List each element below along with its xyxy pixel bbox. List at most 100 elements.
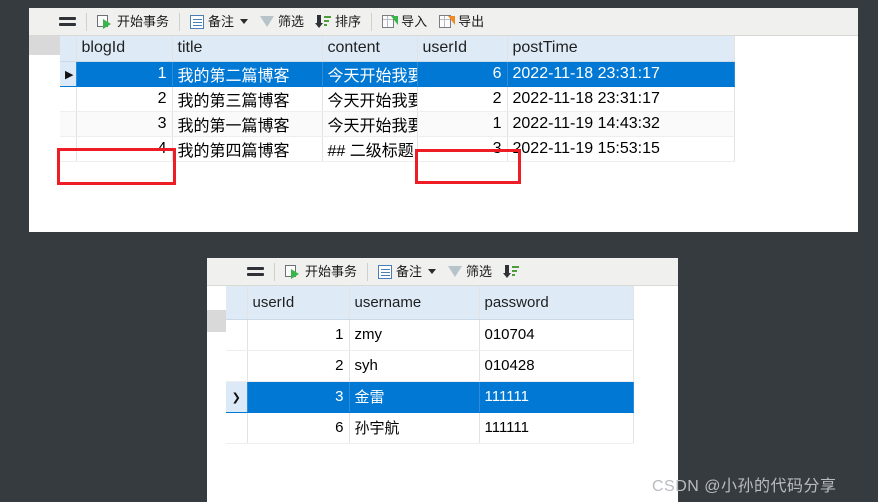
cell-content[interactable]: 今天开始我要 (322, 86, 418, 112)
toolbar-separator (367, 262, 369, 281)
cell-password[interactable]: 111111 (479, 412, 634, 444)
start-transaction-button[interactable]: 开始事务 (279, 259, 363, 285)
cell-blogid[interactable]: 4 (76, 136, 173, 162)
column-header-userid[interactable]: userId (417, 36, 508, 62)
corner-cell[interactable] (226, 286, 248, 320)
export-button[interactable]: 导出 (433, 9, 490, 35)
filter-button[interactable]: 筛选 (442, 259, 498, 285)
start-transaction-button[interactable]: 开始事务 (91, 9, 175, 35)
user-header-row: userId username password (226, 286, 634, 320)
column-header-username[interactable]: username (349, 286, 480, 320)
note-label: 备注 (396, 264, 423, 279)
sort-button[interactable]: 排序 (310, 9, 367, 35)
cell-title[interactable]: 我的第一篇博客 (172, 111, 323, 137)
toolbar-separator (86, 12, 87, 31)
cell-blogid[interactable]: 2 (76, 86, 173, 112)
row-marker[interactable]: ▶ (60, 61, 77, 87)
row-marker[interactable] (226, 319, 248, 351)
column-header-blogid[interactable]: blogId (76, 36, 173, 62)
cell-userid[interactable]: 6 (247, 412, 350, 444)
column-header-userid[interactable]: userId (247, 286, 350, 320)
column-header-title[interactable]: title (172, 36, 323, 62)
user-toolbar: 开始事务 备注 筛选 (207, 258, 678, 286)
user-grid-table: userId username password 1 zmy 010704 2 … (226, 286, 634, 444)
cell-password[interactable]: 111111 (479, 381, 634, 413)
blog-toolbar: 开始事务 备注 筛选 排序 导入 导出 (29, 8, 858, 36)
cell-username[interactable]: 孙宇航 (349, 412, 480, 444)
cell-content[interactable]: 今天开始我要 (322, 61, 418, 87)
cell-title[interactable]: 我的第四篇博客 (172, 136, 323, 162)
table-row[interactable]: 2 syh 010428 (226, 350, 634, 382)
chevron-down-icon[interactable] (240, 19, 249, 24)
row-pointer-icon: ❯ (231, 391, 241, 404)
cell-content[interactable]: 今天开始我要 (322, 111, 418, 137)
table-row[interactable]: 1 zmy 010704 (226, 319, 634, 351)
row-marker[interactable] (226, 350, 248, 382)
note-icon (378, 264, 393, 279)
table-row[interactable]: 6 孙宇航 111111 (226, 412, 634, 444)
filter-label: 筛选 (466, 264, 493, 279)
sort-icon (315, 14, 332, 29)
cell-password[interactable]: 010704 (479, 319, 634, 351)
sort-label: 排序 (335, 14, 362, 29)
cell-title[interactable]: 我的第二篇博客 (172, 61, 323, 87)
start-transaction-label: 开始事务 (117, 14, 170, 29)
import-button[interactable]: 导入 (376, 9, 433, 35)
cell-userid[interactable]: 1 (247, 319, 350, 351)
row-marker[interactable] (60, 111, 77, 137)
menu-button[interactable] (53, 9, 82, 35)
cell-userid[interactable]: 3 (247, 381, 350, 413)
table-row[interactable]: 2 我的第三篇博客 今天开始我要 2 2022-11-18 23:31:17 (60, 86, 735, 112)
hamburger-icon (247, 266, 264, 277)
toolbar-separator (274, 262, 275, 281)
cell-userid[interactable]: 2 (417, 86, 508, 112)
funnel-icon (448, 266, 463, 277)
export-sheet-icon (439, 14, 456, 29)
cell-posttime[interactable]: 2022-11-19 14:43:32 (507, 111, 735, 137)
sort-icon (503, 264, 520, 279)
corner-cell[interactable] (60, 36, 77, 62)
row-header-stub (207, 310, 226, 332)
cell-posttime[interactable]: 2022-11-18 23:31:17 (507, 61, 735, 87)
note-button[interactable]: 备注 (184, 9, 254, 35)
table-row[interactable]: ▶ 1 我的第二篇博客 今天开始我要 6 2022-11-18 23:31:17 (60, 61, 735, 87)
blog-grid[interactable]: blogId title content userId postTime ▶ 1… (60, 36, 735, 232)
chevron-down-icon[interactable] (428, 269, 437, 274)
cell-userid[interactable]: 6 (417, 61, 508, 87)
cell-userid[interactable]: 2 (247, 350, 350, 382)
table-row[interactable]: 3 我的第一篇博客 今天开始我要 1 2022-11-19 14:43:32 (60, 111, 735, 137)
cell-blogid[interactable]: 3 (76, 111, 173, 137)
row-marker[interactable] (60, 86, 77, 112)
row-marker[interactable]: ❯ (226, 381, 248, 413)
sort-button[interactable] (498, 259, 525, 285)
user-grid[interactable]: userId username password 1 zmy 010704 2 … (226, 286, 634, 502)
column-header-posttime[interactable]: postTime (507, 36, 735, 62)
csdn-watermark: CSDN @小孙的代码分享 (652, 478, 837, 495)
table-row[interactable]: 4 我的第四篇博客 ## 二级标题 3 2022-11-19 15:53:15 (60, 136, 735, 162)
cell-content[interactable]: ## 二级标题 (322, 136, 418, 162)
cell-userid[interactable]: 1 (417, 111, 508, 137)
row-marker[interactable] (60, 136, 77, 162)
row-marker[interactable] (226, 412, 248, 444)
column-header-content[interactable]: content (322, 36, 418, 62)
cell-username[interactable]: 金雷 (349, 381, 480, 413)
cell-posttime[interactable]: 2022-11-18 23:31:17 (507, 86, 735, 112)
start-transaction-icon (97, 14, 113, 29)
table-row[interactable]: ❯ 3 金雷 111111 (226, 381, 634, 413)
note-icon (190, 14, 205, 29)
cell-username[interactable]: zmy (349, 319, 480, 351)
cell-blogid[interactable]: 1 (76, 61, 173, 87)
menu-button[interactable] (241, 259, 270, 285)
note-button[interactable]: 备注 (372, 259, 442, 285)
funnel-icon (260, 16, 275, 27)
cell-posttime[interactable]: 2022-11-19 15:53:15 (507, 136, 735, 162)
blog-grid-table: blogId title content userId postTime ▶ 1… (60, 36, 735, 162)
cell-username[interactable]: syh (349, 350, 480, 382)
filter-button[interactable]: 筛选 (254, 9, 310, 35)
cell-password[interactable]: 010428 (479, 350, 634, 382)
import-label: 导入 (401, 14, 428, 29)
cell-title[interactable]: 我的第三篇博客 (172, 86, 323, 112)
cell-userid[interactable]: 3 (417, 136, 508, 162)
column-header-password[interactable]: password (479, 286, 634, 320)
blog-table-window: 开始事务 备注 筛选 排序 导入 导出 blogId title content… (29, 8, 858, 232)
